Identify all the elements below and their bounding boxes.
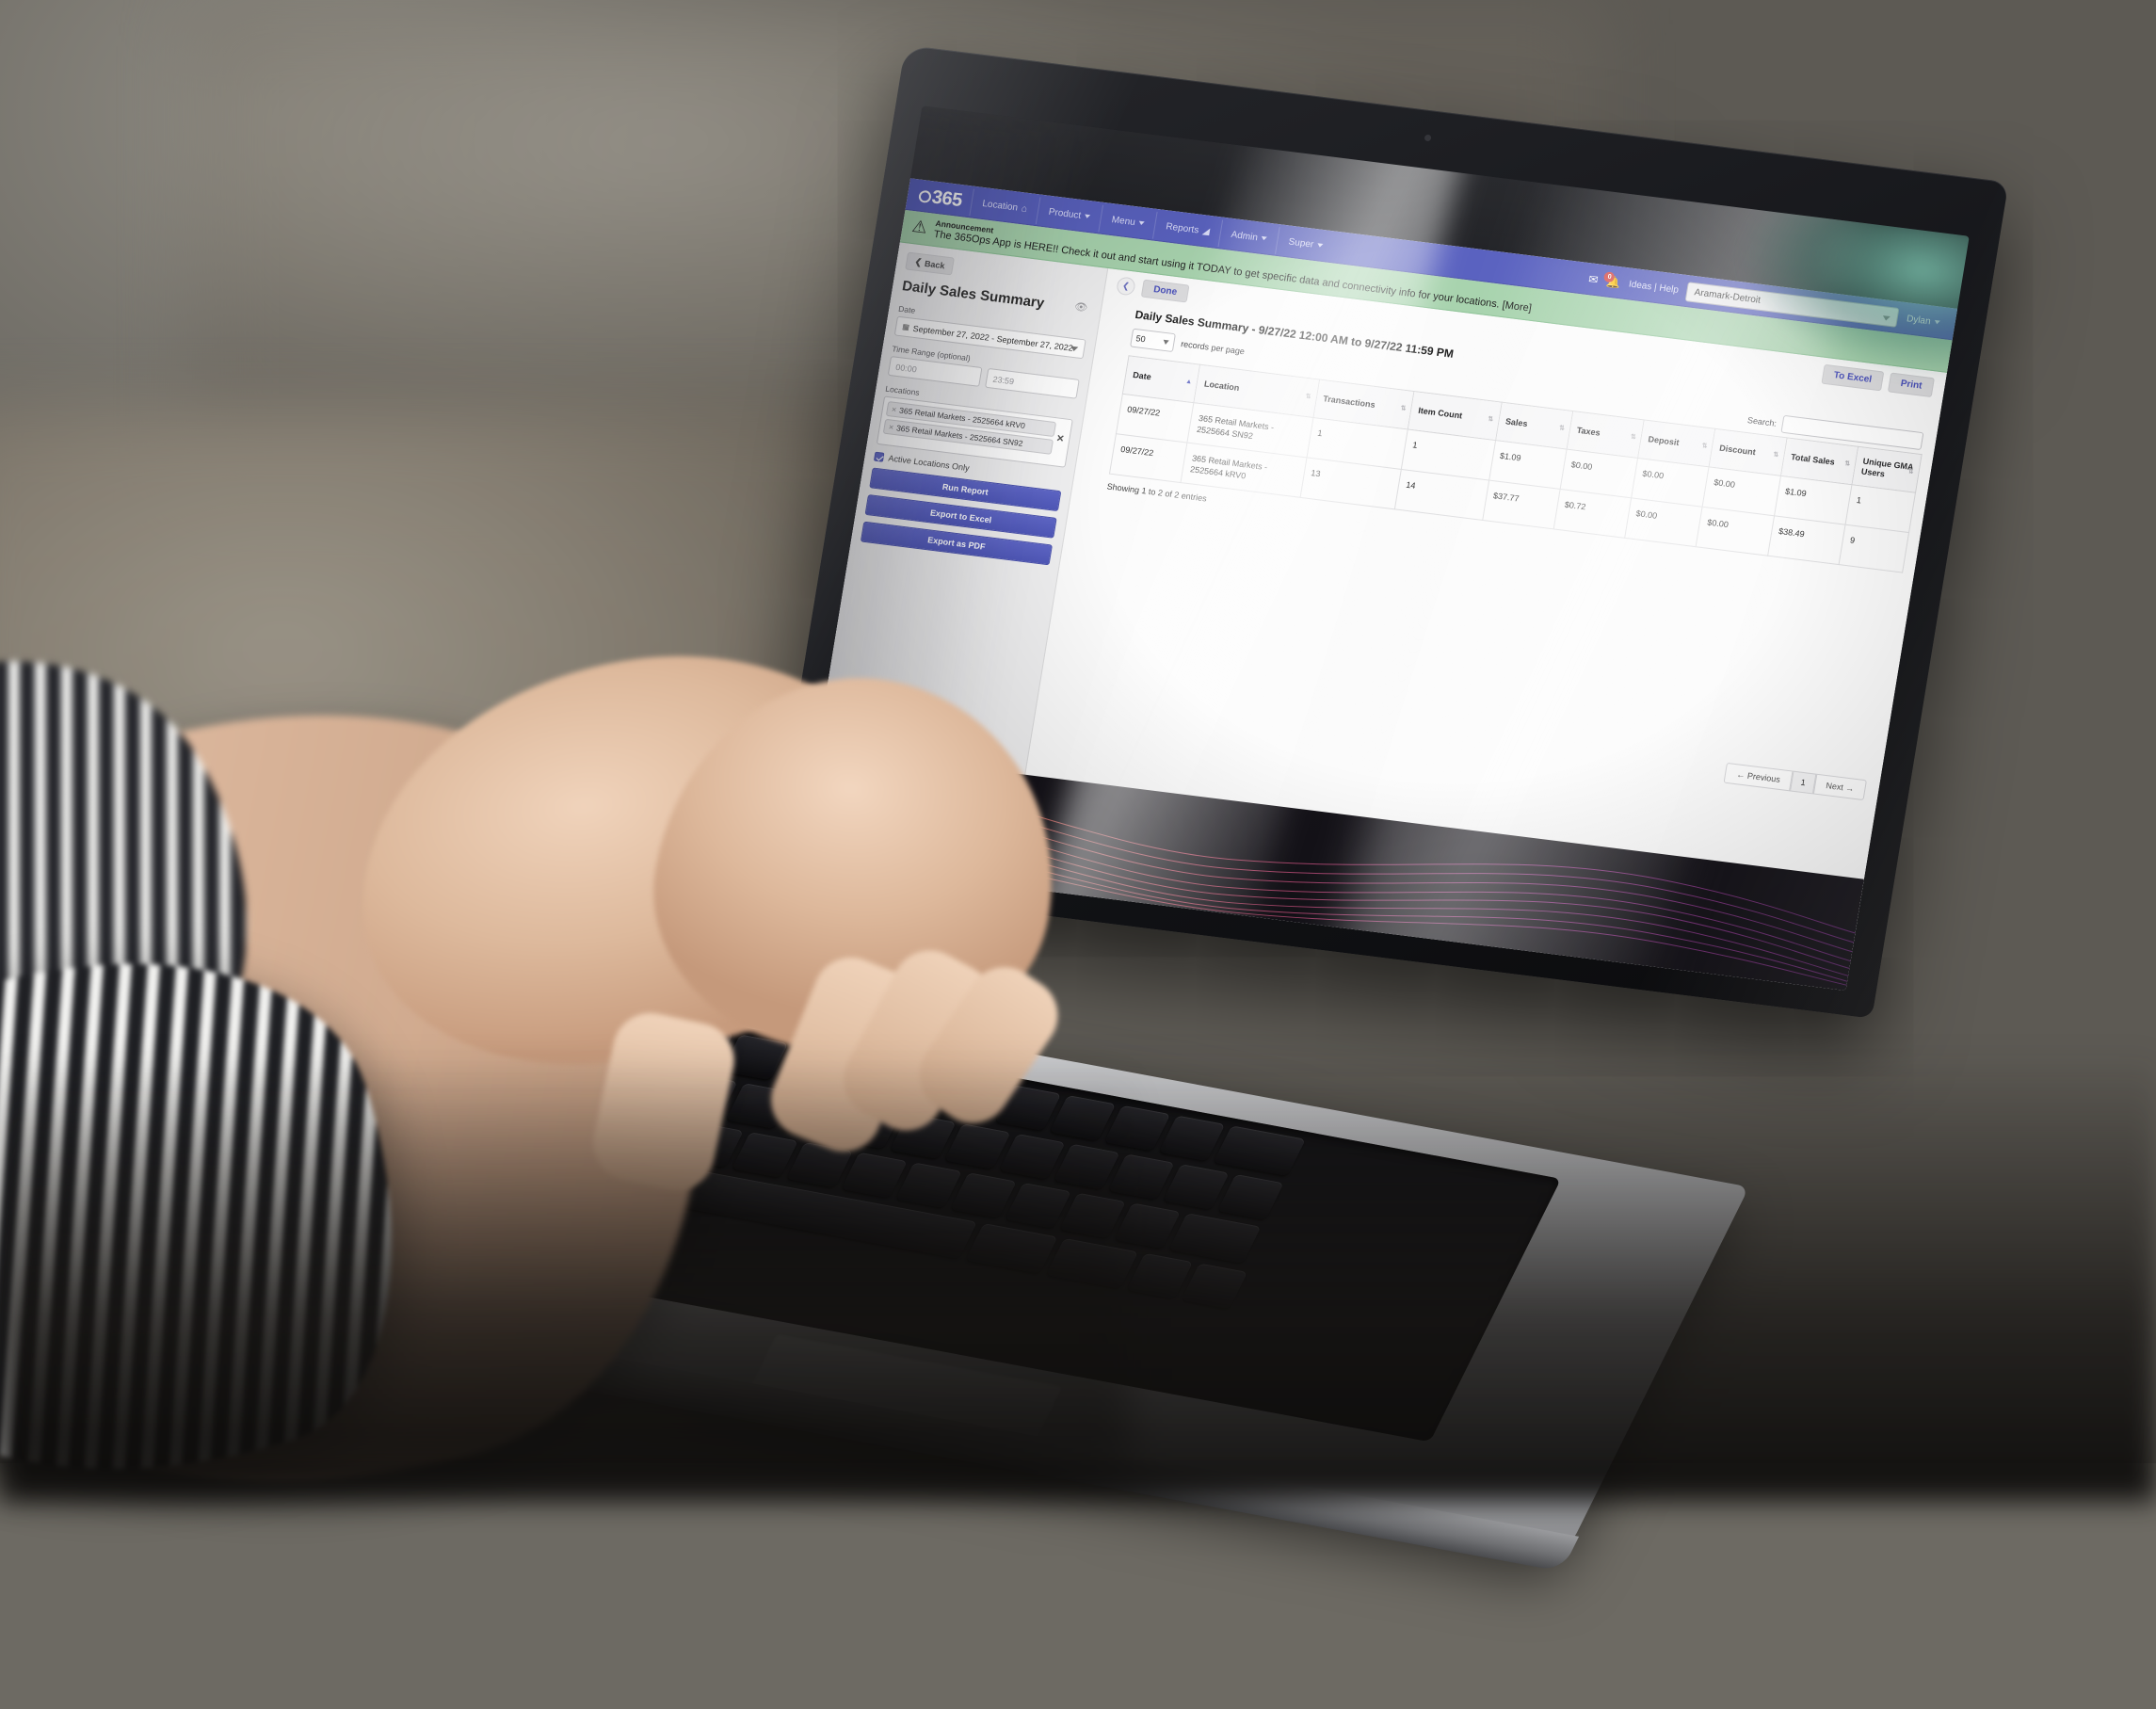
collapse-sidebar-button[interactable]: ❮ [1116,276,1136,296]
user-menu-label: Dylan [1906,314,1931,327]
ideas-help-link[interactable]: Ideas | Help [1628,279,1680,295]
nav-item-reports[interactable]: Reports ◢ [1152,211,1222,246]
column-label: Transactions [1323,395,1376,411]
nav-menu-label: Menu [1111,215,1136,228]
nav-item-admin[interactable]: Admin [1217,219,1279,253]
brand-logo[interactable]: 365 [911,184,973,212]
column-label: Sales [1504,417,1528,429]
chevron-down-icon [1138,221,1145,226]
column-label: Discount [1719,443,1757,458]
chevron-down-icon [1085,214,1091,218]
column-label: Unique GMA Users [1860,457,1914,479]
chevron-down-icon [1070,347,1079,352]
calendar-icon: ▦ [902,322,910,331]
nav-admin-label: Admin [1231,229,1259,242]
column-header-unique-gma-users[interactable]: Unique GMA Users ⇅ [1852,446,1922,492]
nav-product-label: Product [1048,206,1082,220]
logo-circle-icon [918,189,932,202]
brand-text: 365 [930,186,963,212]
remove-tag-icon[interactable]: × [888,422,894,432]
nav-reports-label: Reports [1166,221,1200,235]
notification-badge: 0 [1603,271,1616,282]
envelope-icon[interactable]: ✉ [1587,272,1599,286]
pagination: ← Previous 1 Next → [1724,763,1867,800]
chevron-down-icon [1883,315,1891,321]
home-icon: ⌂ [1021,203,1028,215]
sort-arrow-icon: ⇅ [1305,394,1311,400]
sort-arrow-icon: ⇅ [1400,406,1407,412]
cell-unique-gma-users: 9 [1839,524,1908,572]
to-excel-button[interactable]: To Excel [1821,364,1884,392]
page-number-button[interactable]: 1 [1790,771,1816,795]
column-label: Taxes [1576,426,1601,438]
warning-triangle-icon: ⚠ [910,218,928,236]
sort-arrow-icon: ▲ [1185,379,1193,386]
chevron-down-icon [1934,320,1940,325]
column-label: Item Count [1418,406,1463,421]
records-per-page-value: 50 [1135,333,1147,344]
active-locations-label: Active Locations Only [888,454,971,474]
cell-deposit: $0.00 [1625,498,1703,547]
floor-shadow [0,1049,2156,1501]
cell-total-sales: $38.49 [1767,516,1845,565]
print-button[interactable]: Print [1888,373,1935,398]
chevron-left-icon: ❮ [1121,281,1130,292]
records-per-page-select[interactable]: 50 [1130,329,1176,352]
previous-page-button[interactable]: ← Previous [1724,763,1794,791]
eye-icon[interactable]: 👁 [1073,300,1088,314]
chevron-down-icon [1163,340,1169,346]
search-label: Search: [1746,415,1777,428]
chevron-down-icon [1262,236,1268,241]
clear-icon[interactable]: ✕ [1055,433,1065,444]
next-page-button[interactable]: Next → [1813,774,1867,800]
nav-super-label: Super [1288,236,1314,250]
sort-arrow-icon: ⇅ [1844,461,1851,468]
sort-arrow-icon: ⇅ [1701,443,1708,450]
sort-arrow-icon: ⇅ [1630,434,1636,441]
bell-icon[interactable]: 🔔0 [1605,275,1621,290]
sort-arrow-icon: ⇅ [1558,426,1565,432]
cell-date: 09/27/22 [1109,434,1187,483]
nav-item-menu[interactable]: Menu [1099,204,1157,238]
column-label: Location [1203,379,1240,394]
cell-discount: $0.00 [1697,507,1775,556]
cell-sales: $37.77 [1482,480,1560,529]
records-per-page-label: records per page [1181,339,1246,356]
back-button[interactable]: ❮ Back [905,251,955,275]
sort-arrow-icon: ⇅ [1773,452,1779,459]
nav-item-location[interactable]: Location ⌂ [969,188,1039,223]
sort-arrow-icon: ⇅ [1488,417,1494,424]
location-select-value: Aramark-Detroit [1694,287,1762,306]
nav-location-label: Location [982,199,1019,214]
column-label: Date [1132,370,1151,381]
done-button[interactable]: Done [1141,280,1190,303]
user-menu[interactable]: Dylan [1906,314,1944,329]
remove-tag-icon[interactable]: × [891,405,897,415]
chevron-down-icon [1317,243,1324,248]
nav-item-product[interactable]: Product [1036,197,1103,232]
column-label: Deposit [1648,435,1680,448]
active-locations-checkbox[interactable] [874,452,885,462]
cell-taxes: $0.72 [1553,489,1632,538]
back-button-label: Back [924,258,945,270]
sort-arrow-icon: ⇅ [1907,469,1914,476]
column-label: Total Sales [1790,452,1835,467]
bar-chart-icon: ◢ [1201,226,1210,237]
chevron-left-icon: ❮ [914,257,923,268]
nav-item-super[interactable]: Super [1275,227,1335,261]
